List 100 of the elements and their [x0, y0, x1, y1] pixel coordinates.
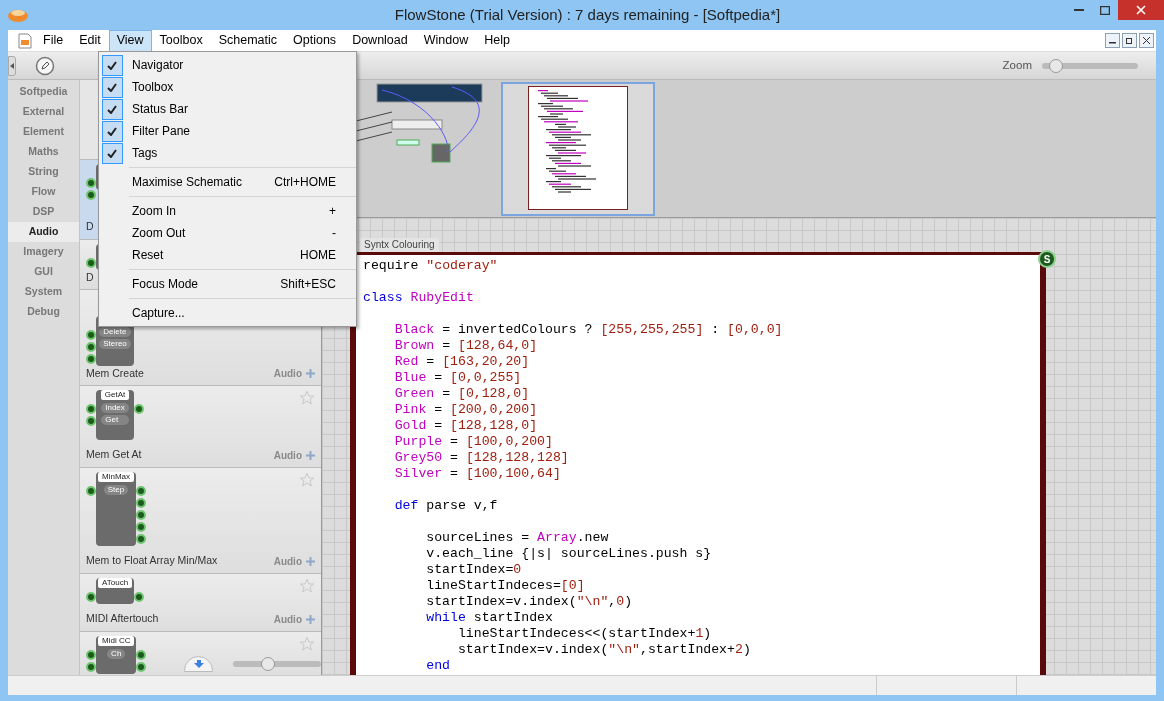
- menu-item[interactable]: Help: [476, 29, 518, 52]
- arrow-down-icon: [193, 660, 204, 668]
- restore-button[interactable]: [1122, 33, 1137, 48]
- module-label: Index: [101, 403, 129, 413]
- component-title: Mem Get At: [86, 447, 142, 463]
- collapse-button[interactable]: [8, 55, 16, 76]
- code-line: Grey50 = [128,128,128]: [394, 450, 569, 466]
- menu-entry[interactable]: Reset HOME: [99, 244, 356, 266]
- pin-icon: [136, 486, 146, 496]
- checkbox[interactable]: [101, 76, 123, 98]
- plus-icon: [306, 369, 315, 379]
- code-line: end: [426, 658, 451, 674]
- navigator-viewport[interactable]: [501, 82, 655, 216]
- star-icon[interactable]: [299, 472, 315, 488]
- module-name: GetAt: [100, 390, 130, 400]
- plus-icon: [306, 450, 315, 460]
- component-title: Mem Create: [86, 366, 144, 381]
- star-icon[interactable]: [299, 636, 315, 652]
- code-line: v.each_line {|s| sourceLines.push s}: [426, 546, 712, 562]
- menu-entry[interactable]: Navigator: [99, 54, 356, 76]
- window-title: FlowStone (Trial Version) : 7 days remaining - [Softpedia*]: [394, 4, 781, 25]
- menu-item[interactable]: View: [108, 29, 152, 52]
- code-line: startIndex=0: [426, 562, 522, 578]
- module-name: ATouch: [98, 578, 133, 588]
- code-line: require "coderay": [363, 258, 498, 274]
- pin-icon: [86, 190, 96, 200]
- caret-icon: [10, 62, 14, 69]
- code-line: startIndex=v.index("\n",startIndex+2): [457, 642, 751, 658]
- module-label: Ch: [107, 649, 126, 659]
- component-title: D: [86, 219, 94, 235]
- menu-item[interactable]: Schematic: [210, 29, 286, 52]
- component-card[interactable]: Midi CC Ch: [80, 632, 321, 675]
- component-card[interactable]: ATouch MIDI Aftertouch Audio: [80, 574, 321, 632]
- menu-item[interactable]: Options: [285, 29, 345, 52]
- plus-icon: [306, 556, 315, 566]
- close-button[interactable]: [1139, 33, 1154, 48]
- menu-entry[interactable]: Filter Pane: [99, 120, 356, 142]
- menu-entry[interactable]: Tags: [99, 142, 356, 164]
- code-line: lineStartIndeces=[0]: [426, 578, 585, 594]
- menu-item[interactable]: Window: [415, 29, 477, 52]
- module-tab: Syntx Colouring: [360, 238, 439, 252]
- pin-icon: [134, 592, 145, 602]
- component-title: Mem to Float Array Min/Max: [86, 553, 218, 569]
- module-name: Midi CC: [98, 636, 135, 646]
- code-line: Blue = [0,0,255]: [394, 370, 522, 386]
- component-title: MIDI Aftertouch: [86, 611, 159, 627]
- module-label: Delete: [99, 327, 131, 337]
- code-line: Brown = [128,64,0]: [394, 338, 538, 354]
- star-icon[interactable]: [299, 390, 315, 406]
- pin-icon: [134, 404, 144, 414]
- pin-icon: [136, 650, 147, 660]
- maximize-icon: [1100, 5, 1110, 15]
- menu-entry[interactable]: Maximise Schematic Ctrl+HOME: [99, 171, 356, 193]
- code-line: while startIndex: [426, 610, 553, 626]
- code-line: Gold = [128,128,0]: [394, 418, 538, 434]
- code-editor[interactable]: [356, 255, 1040, 675]
- module-badge[interactable]: S: [1038, 250, 1056, 268]
- code-line: class RubyEdit: [363, 290, 474, 306]
- checkmark-icon: [107, 104, 117, 114]
- checkmark-icon: [107, 82, 117, 92]
- pin-icon: [136, 534, 146, 544]
- component-title: D: [86, 270, 94, 285]
- component-card[interactable]: MinMax Step Mem to Float Array Min/Max Audio: [80, 468, 321, 574]
- restore-icon: [1126, 37, 1133, 44]
- minimize-button[interactable]: [1105, 33, 1120, 48]
- module-name: MinMax: [98, 472, 134, 482]
- code-line: Green = [0,128,0]: [394, 386, 530, 402]
- pencil-icon[interactable]: [35, 55, 55, 76]
- star-icon[interactable]: [299, 578, 315, 594]
- code-line: Pink = [200,0,200]: [394, 402, 538, 418]
- code-line: startIndex=v.index("\n",0): [426, 594, 633, 610]
- close-icon: [1136, 5, 1146, 15]
- code-line: Silver = [100,100,64]: [394, 466, 561, 482]
- module-label: Get: [101, 415, 129, 425]
- app-logo-icon: [7, 7, 29, 23]
- code-line: lineStartIndeces<<(startIndex+1): [457, 626, 712, 642]
- slider-thumb[interactable]: [1049, 58, 1064, 73]
- checkmark-icon: [107, 148, 117, 158]
- menu-item[interactable]: Toolbox: [151, 29, 211, 52]
- pin-icon: [136, 510, 146, 520]
- checkmark-icon: [107, 60, 117, 70]
- checkbox[interactable]: [101, 54, 123, 76]
- checkmark-icon: [107, 126, 117, 136]
- menu-entry[interactable]: Zoom In +: [99, 200, 356, 222]
- pin-icon: [136, 498, 146, 508]
- menu-entry[interactable]: Status Bar: [99, 98, 356, 120]
- menu-entry[interactable]: Zoom Out -: [99, 222, 356, 244]
- code-line: sourceLines = Array.new: [426, 530, 609, 546]
- component-card[interactable]: GetAt Index Get Mem Get At Audio: [80, 386, 321, 468]
- menu-item[interactable]: Download: [344, 29, 416, 52]
- menu-entry[interactable]: Toolbox: [99, 76, 356, 98]
- category-tab[interactable]: Audio: [8, 222, 79, 242]
- checkbox[interactable]: [101, 120, 123, 142]
- pin-icon: [136, 522, 146, 532]
- menu-item[interactable]: Edit: [71, 29, 109, 52]
- checkbox[interactable]: [101, 98, 123, 120]
- menu-item[interactable]: File: [35, 29, 72, 52]
- code-line: Red = [163,20,20]: [394, 354, 530, 370]
- code-line: Black = invertedColours ? [255,255,255] : [0,0,0]: [394, 322, 783, 338]
- checkbox[interactable]: [101, 142, 123, 164]
